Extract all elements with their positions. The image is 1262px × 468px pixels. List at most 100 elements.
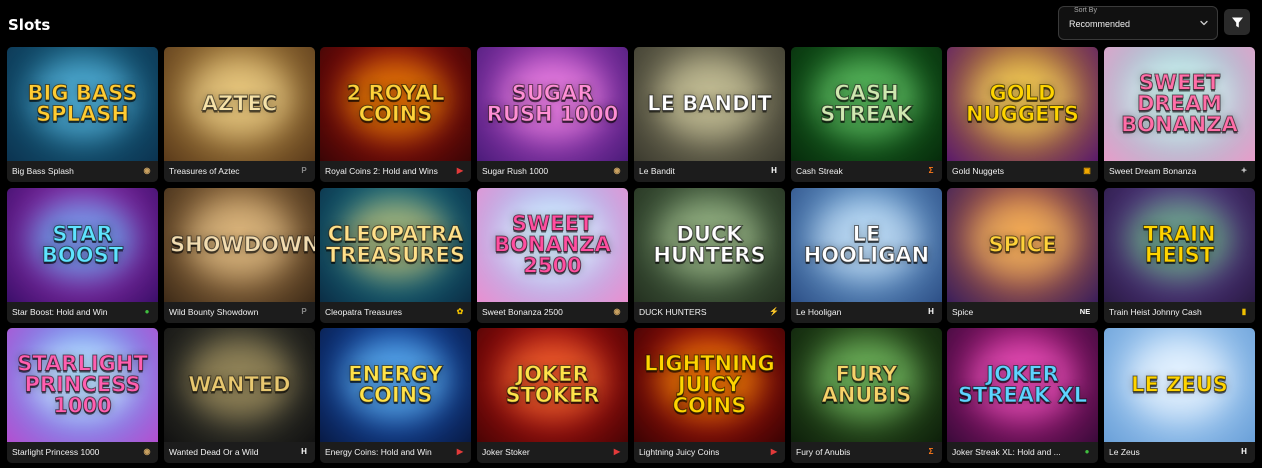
game-logo-art: Le Zeus: [1131, 372, 1229, 397]
game-logo-art: Joker Streak XL: [957, 362, 1088, 407]
game-logo-art: 2 Royal Coins: [346, 81, 445, 126]
game-card[interactable]: Big Bass Splash Big Bass Splash ◉: [7, 47, 158, 182]
game-info-bar: Cleopatra Treasures ✿: [320, 302, 471, 323]
game-info-bar: Fury of Anubis Σ: [791, 442, 942, 463]
chevron-down-icon: [1200, 20, 1208, 26]
game-card[interactable]: Gold Nuggets Gold Nuggets ▣: [947, 47, 1098, 182]
game-card[interactable]: Sweet Bonanza 2500 Sweet Bonanza 2500 ◉: [477, 188, 628, 323]
filter-button[interactable]: [1224, 9, 1250, 35]
game-thumbnail[interactable]: Sweet Dream Bonanza: [1104, 47, 1255, 161]
game-info-bar: Sweet Bonanza 2500 ◉: [477, 302, 628, 323]
game-thumbnail[interactable]: Spice: [947, 188, 1098, 302]
game-card[interactable]: Joker Stoker Joker Stoker ▶: [477, 328, 628, 463]
sort-by-label: Sort By: [1071, 7, 1100, 14]
game-card[interactable]: Lightning Juicy Coins Lightning Juicy Coi…: [634, 328, 785, 463]
game-title: Energy Coins: Hold and Win: [325, 447, 432, 457]
game-logo-art: Sweet Bonanza 2500: [494, 211, 612, 278]
game-card[interactable]: Le Bandit Le Bandit H: [634, 47, 785, 182]
game-thumbnail[interactable]: Star Boost: [7, 188, 158, 302]
game-thumbnail[interactable]: Energy Coins: [320, 328, 471, 442]
game-logo-art: Gold Nuggets: [966, 81, 1080, 126]
game-logo-art: Le Hooligan: [803, 222, 930, 267]
game-card[interactable]: Fury Anubis Fury of Anubis Σ: [791, 328, 942, 463]
provider-logo-icon: ▮: [1241, 307, 1247, 316]
provider-logo-icon: H: [771, 166, 777, 175]
game-info-bar: Big Bass Splash ◉: [7, 161, 158, 182]
game-card[interactable]: Cleopatra Treasures Cleopatra Treasures ✿: [320, 188, 471, 323]
provider-logo-icon: H: [1241, 447, 1247, 456]
game-card[interactable]: Duck Hunters DUCK HUNTERS ⚡: [634, 188, 785, 323]
game-info-bar: Energy Coins: Hold and Win ▶: [320, 442, 471, 463]
game-thumbnail[interactable]: Wanted: [164, 328, 315, 442]
game-thumbnail[interactable]: Starlight Princess 1000: [7, 328, 158, 442]
provider-logo-icon: ◉: [613, 307, 621, 316]
game-title: Cleopatra Treasures: [325, 307, 403, 317]
game-card[interactable]: Aztec Treasures of Aztec P: [164, 47, 315, 182]
provider-logo-icon: ◉: [143, 447, 151, 456]
game-thumbnail[interactable]: Train Heist: [1104, 188, 1255, 302]
game-thumbnail[interactable]: Gold Nuggets: [947, 47, 1098, 161]
game-thumbnail[interactable]: Joker Streak XL: [947, 328, 1098, 442]
game-logo-art: Lightning Juicy Coins: [644, 351, 776, 418]
game-title: Cash Streak: [796, 166, 843, 176]
game-logo-art: Cleopatra Treasures: [326, 222, 466, 267]
game-thumbnail[interactable]: Showdown: [164, 188, 315, 302]
sort-by-value: Recommended: [1069, 19, 1131, 29]
game-info-bar: Lightning Juicy Coins ▶: [634, 442, 785, 463]
provider-logo-icon: ⚡: [769, 307, 779, 316]
game-thumbnail[interactable]: 2 Royal Coins: [320, 47, 471, 161]
game-thumbnail[interactable]: Cash Streak: [791, 47, 942, 161]
game-thumbnail[interactable]: Duck Hunters: [634, 188, 785, 302]
game-card[interactable]: Cash Streak Cash Streak Σ: [791, 47, 942, 182]
game-thumbnail[interactable]: Le Hooligan: [791, 188, 942, 302]
game-logo-art: Showdown: [170, 232, 316, 257]
game-thumbnail[interactable]: Sweet Bonanza 2500: [477, 188, 628, 302]
provider-logo-icon: NE: [1079, 307, 1091, 316]
game-info-bar: Le Hooligan H: [791, 302, 942, 323]
game-thumbnail[interactable]: Joker Stoker: [477, 328, 628, 442]
game-thumbnail[interactable]: Big Bass Splash: [7, 47, 158, 161]
game-title: Big Bass Splash: [12, 166, 74, 176]
game-card[interactable]: Star Boost Star Boost: Hold and Win ●: [7, 188, 158, 323]
game-title: Fury of Anubis: [796, 447, 851, 457]
page-title: Slots: [8, 16, 51, 34]
game-title: Sugar Rush 1000: [482, 166, 549, 176]
game-logo-art: Joker Stoker: [505, 362, 600, 407]
sort-by-dropdown[interactable]: Sort By Recommended: [1058, 6, 1218, 40]
provider-logo-icon: ●: [1084, 447, 1090, 456]
game-info-bar: Star Boost: Hold and Win ●: [7, 302, 158, 323]
game-logo-art: Cash Streak: [820, 81, 914, 126]
game-card[interactable]: Joker Streak XL Joker Streak XL: Hold and…: [947, 328, 1098, 463]
game-thumbnail[interactable]: Le Zeus: [1104, 328, 1255, 442]
game-card[interactable]: Le Zeus Le Zeus H: [1104, 328, 1255, 463]
game-logo-art: Sweet Dream Bonanza: [1121, 70, 1239, 137]
game-logo-art: Spice: [988, 232, 1057, 257]
game-thumbnail[interactable]: Aztec: [164, 47, 315, 161]
game-card[interactable]: Spice Spice NE: [947, 188, 1098, 323]
game-card[interactable]: Sugar Rush 1000 Sugar Rush 1000 ◉: [477, 47, 628, 182]
game-info-bar: Joker Stoker ▶: [477, 442, 628, 463]
game-info-bar: Starlight Princess 1000 ◉: [7, 442, 158, 463]
game-logo-art: Energy Coins: [348, 362, 443, 407]
game-card[interactable]: Sweet Dream Bonanza Sweet Dream Bonanza ✦: [1104, 47, 1255, 182]
game-card[interactable]: 2 Royal Coins Royal Coins 2: Hold and Win…: [320, 47, 471, 182]
game-card[interactable]: Wanted Wanted Dead Or a Wild H: [164, 328, 315, 463]
game-card[interactable]: Train Heist Train Heist Johnny Cash ▮: [1104, 188, 1255, 323]
game-logo-art: Wanted: [188, 372, 291, 397]
game-thumbnail[interactable]: Le Bandit: [634, 47, 785, 161]
game-card[interactable]: Energy Coins Energy Coins: Hold and Win ▶: [320, 328, 471, 463]
game-title: Le Hooligan: [796, 307, 842, 317]
game-thumbnail[interactable]: Fury Anubis: [791, 328, 942, 442]
game-card[interactable]: Showdown Wild Bounty Showdown P: [164, 188, 315, 323]
game-title: Sweet Bonanza 2500: [482, 307, 563, 317]
provider-logo-icon: ▶: [770, 447, 778, 456]
game-title: Spice: [952, 307, 974, 317]
game-thumbnail[interactable]: Sugar Rush 1000: [477, 47, 628, 161]
game-card[interactable]: Le Hooligan Le Hooligan H: [791, 188, 942, 323]
game-card[interactable]: Starlight Princess 1000 Starlight Princes…: [7, 328, 158, 463]
game-title: Royal Coins 2: Hold and Wins: [325, 166, 438, 176]
game-info-bar: Treasures of Aztec P: [164, 161, 315, 182]
game-thumbnail[interactable]: Cleopatra Treasures: [320, 188, 471, 302]
provider-logo-icon: ✿: [456, 307, 464, 316]
game-thumbnail[interactable]: Lightning Juicy Coins: [634, 328, 785, 442]
